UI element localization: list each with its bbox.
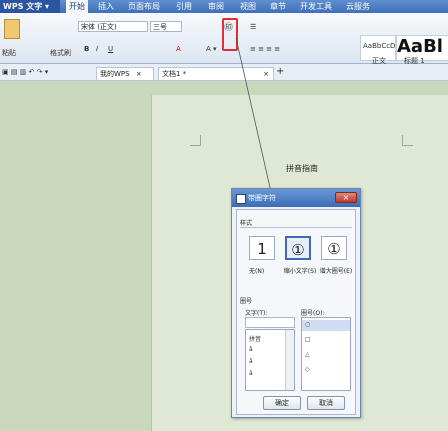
dialog-titlebar: 带圈字符 × xyxy=(232,189,360,207)
shape-list[interactable]: ○ □ △ ◇ xyxy=(301,317,351,391)
dialog-title: 带圈字符 xyxy=(248,194,276,202)
list-scrollbar[interactable] xyxy=(285,330,294,390)
enclose-char-dialog: 带圈字符 × 样式 1 ① ① 无(N) 缩小文字(S) 增大圈号(E) 圈号 … xyxy=(231,188,361,418)
style-shrink-label: 缩小文字(S) xyxy=(283,268,317,275)
dialog-body: 样式 1 ① ① 无(N) 缩小文字(S) 增大圈号(E) 圈号 文字(T): … xyxy=(236,209,356,415)
dialog-app-icon xyxy=(236,194,246,204)
style-enlarge-option[interactable]: ① xyxy=(321,236,347,260)
annotation-arrow xyxy=(235,37,300,306)
list-item[interactable]: ○ xyxy=(305,321,310,328)
list-item[interactable]: 拼音 xyxy=(249,334,261,343)
list-item[interactable]: ā xyxy=(249,370,253,377)
text-input[interactable] xyxy=(245,317,295,328)
circle-section-label: 圈号 xyxy=(240,298,253,305)
list-item[interactable]: □ xyxy=(305,336,311,343)
style-shrink-option[interactable]: ① xyxy=(285,236,311,260)
divider xyxy=(240,227,352,228)
cancel-button[interactable]: 取消 xyxy=(307,396,345,410)
text-list-label: 文字(T): xyxy=(245,310,268,317)
style-none-option[interactable]: 1 xyxy=(249,236,275,260)
style-none-label: 无(N) xyxy=(249,268,265,275)
list-item[interactable]: △ xyxy=(305,351,310,358)
text-list[interactable]: 拼音 â ǎ ā xyxy=(245,329,295,391)
ok-button[interactable]: 确定 xyxy=(263,396,301,410)
list-item[interactable]: ◇ xyxy=(305,366,310,373)
shape-list-label: 圈号(O): xyxy=(301,310,325,317)
dialog-close-button[interactable]: × xyxy=(335,192,357,203)
style-enlarge-label: 增大圈号(E) xyxy=(319,268,353,275)
list-item[interactable]: â xyxy=(249,346,253,353)
style-section-label: 样式 xyxy=(240,220,253,227)
list-item[interactable]: ǎ xyxy=(249,358,253,365)
